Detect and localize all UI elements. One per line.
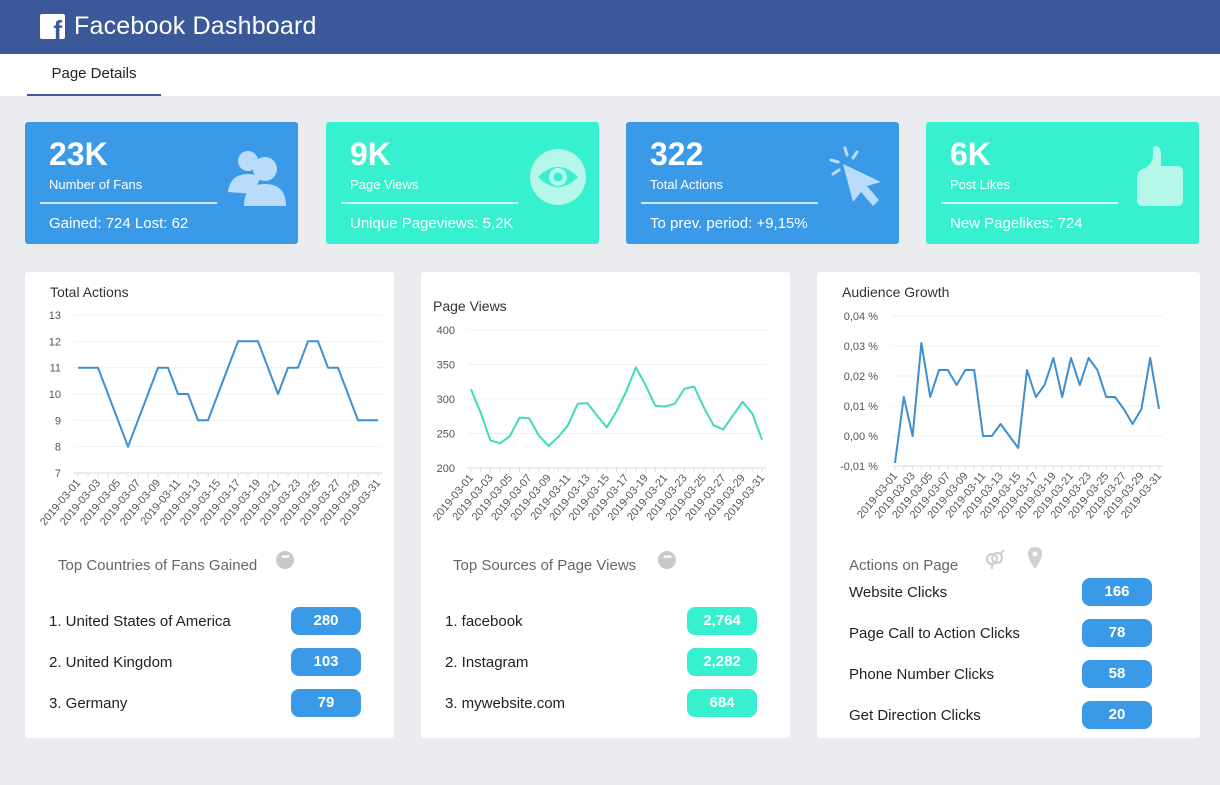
- y-tick-label: 0,00 %: [844, 431, 878, 443]
- y-tick-label: 200: [437, 463, 455, 475]
- series-line: [894, 342, 1160, 464]
- y-tick-label: 7: [55, 468, 61, 480]
- y-tick-label: 250: [437, 429, 455, 441]
- list-item-label: Website Clicks: [849, 584, 948, 601]
- list-item-value: 20: [1082, 701, 1152, 729]
- kpi-subtext: New Pagelikes: 724: [950, 215, 1083, 232]
- list-item-label: 2. United Kingdom: [49, 654, 173, 671]
- list-item-label: Phone Number Clicks: [849, 666, 995, 683]
- list-item-label: 1. United States of America: [49, 613, 231, 630]
- y-tick-label: 300: [437, 394, 455, 406]
- list-item-value: 2,282: [687, 648, 757, 676]
- tab-bar: Page Details: [0, 54, 1220, 96]
- list-item-value: 78: [1082, 619, 1152, 647]
- y-tick-label: 350: [437, 360, 455, 372]
- y-tick-label: 0,01 %: [844, 401, 878, 413]
- card-audience-growth: Audience Growth -0,01 % 0,00 % 0,01 % 0,02 …: [817, 272, 1200, 738]
- page-views-chart: 2002503003504002019-03-012019-03-032019-…: [431, 325, 767, 523]
- y-tick-label: 12: [49, 336, 61, 348]
- list-item: 3. Germany 79: [25, 689, 394, 719]
- section-title: Actions on Page: [849, 557, 959, 574]
- list-item-label: 1. facebook: [445, 613, 523, 630]
- list-item-label: 2. Instagram: [445, 654, 529, 671]
- more-options-icon[interactable]: •••: [276, 551, 294, 569]
- list-item-label: 3. Germany: [49, 695, 128, 712]
- kpi-label: Post Likes: [950, 177, 1010, 192]
- kpi-value: 9K: [350, 136, 391, 172]
- y-tick-label: 0,03 %: [844, 341, 878, 353]
- kpi-subtext: Unique Pageviews: 5,2K: [350, 215, 514, 232]
- gender-icon[interactable]: [984, 548, 1006, 570]
- location-pin-icon[interactable]: [1028, 547, 1042, 569]
- kpi-value: 6K: [950, 136, 991, 172]
- y-tick-label: 400: [437, 325, 455, 337]
- facebook-logo-icon: f: [40, 14, 65, 39]
- list-item: 2. United Kingdom 103: [25, 648, 394, 678]
- kpi-divider: [341, 202, 518, 204]
- audience-growth-chart: -0,01 %0,00 %0,01 %0,02 %0,03 %0,04 %201…: [840, 311, 1164, 521]
- kpi-divider: [40, 202, 217, 204]
- list-item-value: 58: [1082, 660, 1152, 688]
- eye-icon: [530, 149, 586, 205]
- list-item-value: 103: [291, 648, 361, 676]
- kpi-card-page-views: 9K Page Views Unique Pageviews: 5,2K: [326, 122, 599, 244]
- kpi-value: 23K: [49, 136, 108, 172]
- list-item: Phone Number Clicks 58: [817, 660, 1186, 690]
- list-item-value: 79: [291, 689, 361, 717]
- list-item: Website Clicks 166: [817, 578, 1186, 608]
- thumbs-up-icon: [1137, 146, 1183, 206]
- list-item-value: 166: [1082, 578, 1152, 606]
- section-title: Top Sources of Page Views: [453, 557, 637, 574]
- y-tick-label: 9: [55, 415, 61, 427]
- users-icon: [228, 151, 286, 206]
- app-header: f Facebook Dashboard: [0, 0, 1220, 54]
- list-item: 1. facebook 2,764: [421, 607, 790, 637]
- app-title: Facebook Dashboard: [74, 12, 317, 40]
- y-tick-label: 11: [50, 363, 61, 375]
- list-item: 3. mywebsite.com 684: [421, 689, 790, 719]
- y-tick-label: 0,02 %: [844, 371, 878, 383]
- list-item: Page Call to Action Clicks 78: [817, 619, 1186, 649]
- kpi-subtext: To prev. period: +9,15%: [650, 215, 808, 232]
- more-options-icon[interactable]: •••: [658, 551, 676, 569]
- cursor-click-icon: [829, 146, 881, 206]
- y-tick-label: 10: [49, 389, 61, 401]
- list-item-label: Get Direction Clicks: [849, 707, 981, 724]
- kpi-card-total-actions: 322 Total Actions To prev. period: +9,15…: [626, 122, 899, 244]
- kpi-subtext: Gained: 724 Lost: 62: [49, 215, 189, 232]
- list-item-value: 280: [291, 607, 361, 635]
- kpi-divider: [941, 202, 1118, 204]
- kpi-value: 322: [650, 136, 704, 172]
- list-item-value: 684: [687, 689, 757, 717]
- kpi-card-post-likes: 6K Post Likes New Pagelikes: 724: [926, 122, 1199, 244]
- list-item: Get Direction Clicks 20: [817, 701, 1186, 731]
- list-item-value: 2,764: [687, 607, 757, 635]
- y-tick-label: 8: [55, 442, 61, 454]
- card-total-actions: Total Actions 7 8 9 10 11 12 13 2019-03-01 2019-…: [25, 272, 394, 738]
- list-item-label: Page Call to Action Clicks: [849, 625, 1020, 642]
- list-item: 2. Instagram 2,282: [421, 648, 790, 678]
- total-actions-chart: 789101112132019-03-012019-03-032019-03-0…: [38, 310, 383, 528]
- kpi-label: Number of Fans: [49, 177, 143, 192]
- tab-page-details[interactable]: Page Details: [27, 54, 161, 96]
- list-item-label: 3. mywebsite.com: [445, 695, 566, 712]
- kpi-label: Total Actions: [650, 177, 723, 192]
- kpi-divider: [641, 202, 818, 204]
- kpi-label: Page Views: [350, 177, 419, 192]
- y-tick-label: 0,04 %: [844, 311, 878, 323]
- card-page-views: Page Views 200 250 300 350 400 2019-03-01 2019…: [421, 272, 790, 738]
- y-tick-label: -0,01 %: [840, 461, 878, 473]
- list-item: 1. United States of America 280: [25, 607, 394, 637]
- section-title: Top Countries of Fans Gained: [58, 557, 258, 574]
- kpi-card-fans: 23K Number of Fans Gained: 724 Lost: 62: [25, 122, 298, 244]
- series-line: [470, 366, 763, 447]
- y-tick-label: 13: [49, 310, 61, 322]
